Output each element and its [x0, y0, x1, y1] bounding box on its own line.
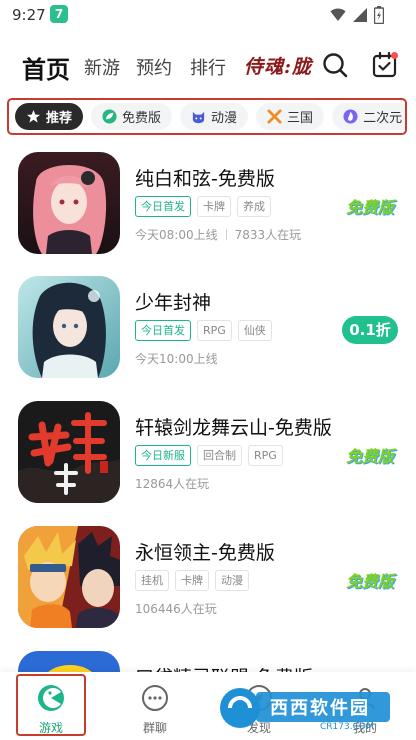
tag: RPG: [248, 445, 283, 466]
game-meta: 今天10:00上线: [135, 350, 218, 367]
category-label: 动漫: [211, 111, 238, 126]
meta-divider: [225, 229, 227, 240]
tab-new-games[interactable]: 新游: [84, 54, 120, 80]
category-chip-2d[interactable]: 二次元: [332, 103, 405, 130]
game-title: 纯白和弦-免费版: [135, 168, 275, 190]
leaf-icon: [102, 109, 117, 124]
star-icon: [26, 109, 41, 123]
game-cover[interactable]: [18, 276, 120, 378]
cat-face-icon: [192, 111, 205, 124]
highlight-box: [16, 674, 86, 736]
battery-icon: [374, 6, 384, 24]
watermark: 西西软件园 CR173.COM: [216, 682, 396, 734]
category-chip-three-kingdoms[interactable]: 三国: [256, 103, 325, 130]
discount-badge[interactable]: 0.1折: [342, 316, 398, 344]
game-meta: 12864人在玩: [135, 475, 209, 492]
top-nav: 首页 新游 预约 排行 侍魂:胧: [0, 40, 416, 90]
chat-bubble-icon: [142, 685, 168, 711]
players-count: 12864人在玩: [135, 477, 210, 491]
category-chip-free[interactable]: 免费版: [91, 103, 173, 130]
tag-row: 今日首发 卡牌 养成: [135, 196, 271, 217]
category-bar: 推荐 免费版 动漫 三国 二次元: [7, 98, 407, 135]
promo-game-logo[interactable]: 侍魂:胧: [244, 52, 312, 79]
tag: 回合制: [197, 445, 242, 466]
tag-launch-today: 今日首发: [135, 196, 191, 217]
category-chip-anime[interactable]: 动漫: [180, 103, 249, 130]
game-title: 轩辕剑龙舞云山-免费版: [135, 417, 332, 439]
game-list-item[interactable]: 轩辕剑龙舞云山-免费版 今日新服 回合制 RPG 12864人在玩 免费版: [0, 401, 416, 511]
notification-dot: [391, 52, 398, 59]
tag-row: 挂机 卡牌 动漫: [135, 570, 249, 591]
category-label: 三国: [287, 111, 314, 126]
notification-app-badge: 7: [50, 5, 68, 23]
game-cover[interactable]: [18, 401, 120, 503]
cell-signal-icon: [353, 8, 367, 22]
tab-reservations[interactable]: 预约: [136, 54, 172, 80]
launch-time: 今天10:00上线: [135, 352, 218, 366]
free-version-badge[interactable]: 免费版: [346, 568, 394, 592]
tag-row: 今日首发 RPG 仙侠: [135, 320, 272, 341]
bottom-tab-group-chat[interactable]: 群聊: [120, 680, 190, 736]
game-list-item[interactable]: 永恒领主-免费版 挂机 卡牌 动漫 106446人在玩 免费版: [0, 526, 416, 636]
launch-time: 今天08:00上线: [135, 228, 218, 242]
game-meta: 106446人在玩: [135, 600, 217, 617]
game-list-item[interactable]: 纯白和弦-免费版 今日首发 卡牌 养成 今天08:00上线 7833人在玩 免费版: [0, 152, 416, 262]
category-label: 推荐: [46, 111, 73, 126]
status-bar: 9:27 7: [0, 0, 416, 30]
tag: 仙侠: [237, 320, 272, 341]
wifi-icon: [330, 8, 346, 21]
category-chip-recommended[interactable]: 推荐: [15, 103, 84, 130]
game-title: 少年封神: [135, 292, 212, 314]
free-version-badge[interactable]: 免费版: [346, 194, 394, 218]
tag-new-server: 今日新服: [135, 445, 191, 466]
tag-launch-today: 今日首发: [135, 320, 191, 341]
game-title: 永恒领主-免费版: [135, 542, 275, 564]
tab-home[interactable]: 首页: [22, 50, 70, 85]
tag: 卡牌: [175, 570, 209, 591]
game-cover[interactable]: [18, 152, 120, 254]
flame-icon: [343, 109, 358, 124]
swords-icon: [267, 109, 282, 124]
category-label: 免费版: [122, 111, 162, 126]
game-cover[interactable]: [18, 526, 120, 628]
category-label: 二次元: [363, 111, 403, 126]
tag: 挂机: [135, 570, 169, 591]
players-count: 7833人在玩: [234, 228, 302, 242]
calendar-button[interactable]: [370, 50, 400, 80]
status-time: 9:27: [12, 6, 46, 24]
search-icon[interactable]: [320, 50, 350, 80]
game-meta: 今天08:00上线 7833人在玩: [135, 226, 301, 243]
tag-row: 今日新服 回合制 RPG: [135, 445, 283, 466]
tag: 卡牌: [197, 196, 231, 217]
free-version-badge[interactable]: 免费版: [346, 443, 394, 467]
players-count: 106446人在玩: [135, 602, 217, 616]
watermark-brand: 西西软件园: [270, 698, 370, 719]
bottom-tab-label: 群聊: [142, 721, 167, 735]
watermark-domain: CR173.COM: [320, 722, 374, 732]
game-list-item[interactable]: 少年封神 今日首发 RPG 仙侠 今天10:00上线 0.1折: [0, 276, 416, 386]
tab-rankings[interactable]: 排行: [190, 54, 226, 80]
tag: 动漫: [215, 570, 249, 591]
tag: RPG: [197, 320, 232, 341]
status-icons: [330, 6, 384, 24]
tag: 养成: [237, 196, 271, 217]
